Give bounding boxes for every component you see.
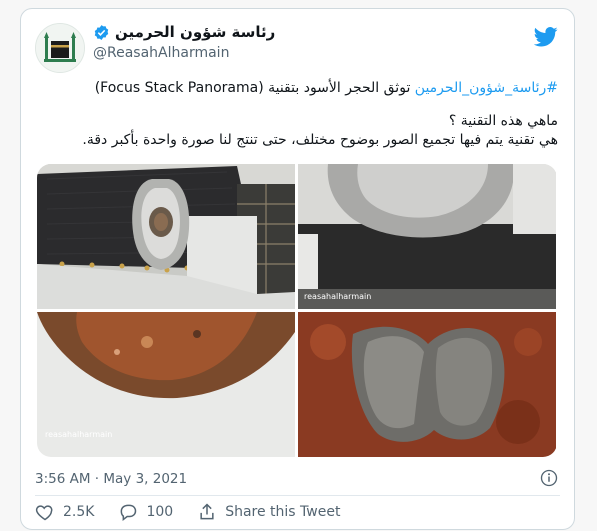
twitter-bird-icon[interactable]: [534, 27, 558, 47]
tweet-answer: هي تقنية يتم فيها تجميع الصور بوضوح مختل…: [82, 132, 558, 148]
share-icon: [200, 503, 214, 520]
media-image-2[interactable]: reasahalharmain: [298, 164, 556, 309]
divider: [35, 495, 560, 496]
tweet-card[interactable]: رئاسة شؤون الحرمين @ReasahAlharmain #رئا…: [20, 8, 575, 530]
display-name-row[interactable]: رئاسة شؤون الحرمين: [93, 23, 275, 41]
media-image-1[interactable]: [37, 164, 295, 309]
timestamp[interactable]: 3:56 AM · May 3, 2021: [35, 471, 187, 487]
reply-icon: [121, 504, 137, 522]
like-count: 2.5K: [63, 504, 95, 520]
watermark-2: reasahalharmain: [304, 292, 372, 301]
info-icon[interactable]: [540, 469, 558, 487]
tweet-question: ماهي هذه التقنية ؟: [448, 113, 558, 129]
kaaba-logo-icon: [36, 24, 84, 72]
reply-button[interactable]: 100: [118, 502, 173, 522]
reply-count: 100: [146, 504, 174, 520]
tweet-line-1: #رئاسة_شؤون_الحرمين توثق الحجر الأسود بت…: [35, 79, 558, 98]
kaaba-corner-photo: [37, 164, 295, 309]
verified-badge-icon: [94, 24, 109, 40]
tweet-line-1-text: توثق الحجر الأسود بتقنية (Focus Stack Pa…: [94, 80, 415, 96]
media-image-3[interactable]: reasahalharmain: [37, 312, 295, 457]
heart-icon: [35, 505, 53, 521]
silver-frame-photo: [298, 164, 556, 309]
share-button[interactable]: Share this Tweet: [197, 502, 340, 522]
share-label: Share this Tweet: [225, 504, 341, 520]
action-bar: 2.5K 100 Share this Tweet: [35, 502, 364, 522]
account-handle[interactable]: @ReasahAlharmain: [93, 45, 229, 61]
avatar[interactable]: [35, 23, 85, 73]
watermark-3: reasahalharmain: [45, 430, 113, 439]
media-grid: reasahalharmain reasahalharmain: [37, 164, 557, 457]
tweet-text: #رئاسة_شؤون_الحرمين توثق الحجر الأسود بت…: [35, 79, 558, 150]
media-image-4[interactable]: [298, 312, 556, 457]
like-button[interactable]: 2.5K: [35, 502, 94, 522]
black-stone-photo: [298, 312, 556, 457]
display-name[interactable]: رئاسة شؤون الحرمين: [115, 23, 275, 41]
hashtag-link[interactable]: #رئاسة_شؤون_الحرمين: [415, 80, 558, 96]
